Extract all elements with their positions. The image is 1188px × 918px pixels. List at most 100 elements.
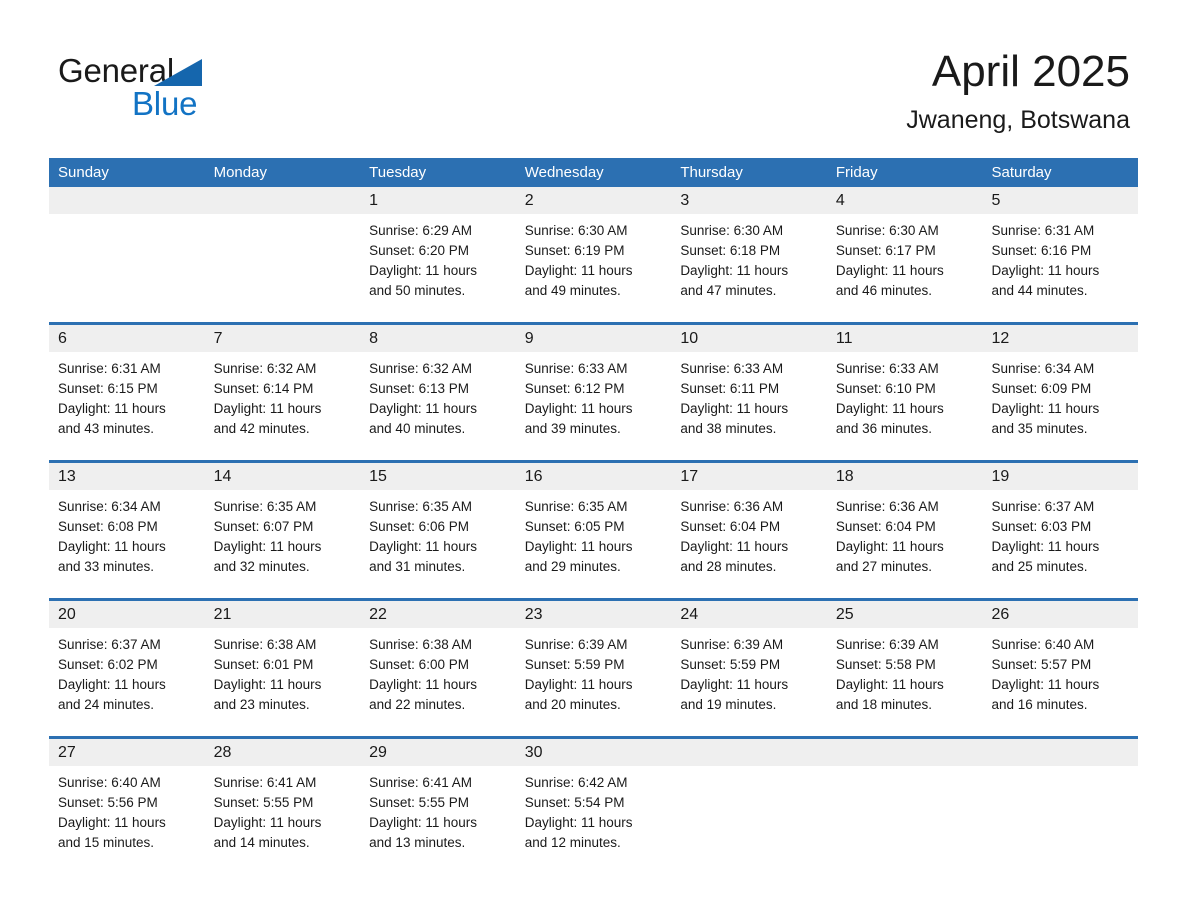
- day-cell[interactable]: Sunrise: 6:40 AM Sunset: 5:56 PM Daylight:…: [49, 766, 205, 874]
- day-cell[interactable]: Sunrise: 6:39 AM Sunset: 5:59 PM Daylight:…: [671, 628, 827, 736]
- day-number[interactable]: 26: [982, 601, 1138, 628]
- day-number[interactable]: 17: [671, 463, 827, 490]
- day-cell[interactable]: Sunrise: 6:36 AM Sunset: 6:04 PM Daylight:…: [827, 490, 983, 598]
- day-number[interactable]: 27: [49, 739, 205, 766]
- day-number[interactable]: 11: [827, 325, 983, 352]
- day-sunrise-text: Sunrise: 6:29 AM: [369, 223, 472, 238]
- day-cell[interactable]: Sunrise: 6:37 AM Sunset: 6:02 PM Daylight:…: [49, 628, 205, 736]
- day-cell[interactable]: Sunrise: 6:31 AM Sunset: 6:15 PM Daylight:…: [49, 352, 205, 460]
- day-number-band: 12345: [49, 187, 1138, 214]
- day-cell[interactable]: Sunrise: 6:34 AM Sunset: 6:09 PM Daylight:…: [982, 352, 1138, 460]
- day-cell[interactable]: Sunrise: 6:31 AM Sunset: 6:16 PM Daylight:…: [982, 214, 1138, 322]
- day-cell[interactable]: Sunrise: 6:35 AM Sunset: 6:07 PM Daylight:…: [205, 490, 361, 598]
- page-title: April 2025: [931, 47, 1130, 96]
- day-daylight-line-text: Daylight: 11 hours: [991, 401, 1100, 416]
- day-cell[interactable]: Sunrise: 6:39 AM Sunset: 5:59 PM Daylight:…: [516, 628, 672, 736]
- day-cell[interactable]: Sunrise: 6:37 AM Sunset: 6:03 PM Daylight:…: [982, 490, 1138, 598]
- day-sunset-text: Sunset: 5:56 PM: [58, 795, 158, 810]
- day-number[interactable]: 21: [205, 601, 361, 628]
- day-number[interactable]: 22: [360, 601, 516, 628]
- day-cell[interactable]: Sunrise: 6:36 AM Sunset: 6:04 PM Daylight:…: [671, 490, 827, 598]
- day-daylight-line-text: and 24 minutes.: [58, 697, 155, 712]
- day-daylight-line-text: and 16 minutes.: [991, 697, 1088, 712]
- day-daylight-line-text: Daylight: 11 hours: [58, 815, 166, 830]
- day-number[interactable]: 20: [49, 601, 205, 628]
- day-sunrise-text: Sunrise: 6:32 AM: [213, 361, 317, 376]
- day-sunset-text: Sunset: 6:04 PM: [680, 519, 781, 534]
- day-sunset-text: Sunset: 6:03 PM: [991, 519, 1092, 534]
- day-cell[interactable]: Sunrise: 6:39 AM Sunset: 5:58 PM Daylight:…: [827, 628, 983, 736]
- day-number-band: 20 21 22 23 24 25 26: [49, 601, 1138, 628]
- day-daylight-line-text: and 13 minutes.: [369, 835, 466, 850]
- day-daylight-line-text: Daylight: 11 hours: [680, 401, 789, 416]
- day-number[interactable]: 4: [827, 187, 983, 214]
- day-sunrise-text: Sunrise: 6:35 AM: [369, 499, 472, 514]
- day-cell[interactable]: Sunrise: 6:30 AM Sunset: 6:18 PM Daylight:…: [671, 214, 827, 322]
- day-number[interactable]: 2: [516, 187, 672, 214]
- day-cell[interactable]: Sunrise: 6:34 AM Sunset: 6:08 PM Daylight:…: [49, 490, 205, 598]
- day-daylight-line-text: Daylight: 11 hours: [58, 677, 166, 692]
- day-sunset-text: Sunset: 6:20 PM: [369, 243, 469, 258]
- day-daylight-line-text: Daylight: 11 hours: [524, 815, 633, 830]
- day-daylight-line-text: Daylight: 11 hours: [835, 677, 944, 692]
- day-cell[interactable]: Sunrise: 6:35 AM Sunset: 6:06 PM Daylight:…: [360, 490, 516, 598]
- day-number[interactable]: 12: [982, 325, 1138, 352]
- day-number[interactable]: 7: [205, 325, 361, 352]
- day-number[interactable]: 1: [360, 187, 516, 214]
- day-cell[interactable]: Sunrise: 6:30 AM Sunset: 6:17 PM Daylight:…: [827, 214, 983, 322]
- day-number[interactable]: 30: [516, 739, 672, 766]
- day-sunrise-text: Sunrise: 6:42 AM: [524, 775, 628, 790]
- day-cell[interactable]: Sunrise: 6:32 AM Sunset: 6:13 PM Daylight:…: [360, 352, 516, 460]
- day-number[interactable]: 29: [360, 739, 516, 766]
- day-number-empty: [827, 739, 983, 766]
- day-sunrise-text: Sunrise: 6:35 AM: [213, 499, 317, 514]
- day-number[interactable]: 23: [516, 601, 672, 628]
- day-number-band: 13 14 15 16 17 18 19: [49, 463, 1138, 490]
- day-daylight-line-text: and 25 minutes.: [991, 559, 1088, 574]
- day-cell[interactable]: Sunrise: 6:32 AM Sunset: 6:14 PM Daylight:…: [205, 352, 361, 460]
- day-number[interactable]: 10: [671, 325, 827, 352]
- day-cell[interactable]: Sunrise: 6:40 AM Sunset: 5:57 PM Daylight:…: [982, 628, 1138, 736]
- day-cell[interactable]: Sunrise: 6:33 AM Sunset: 6:11 PM Daylight:…: [671, 352, 827, 460]
- day-cell[interactable]: Sunrise: 6:35 AM Sunset: 6:05 PM Daylight:…: [516, 490, 672, 598]
- day-sunset-text: Sunset: 5:59 PM: [680, 657, 781, 672]
- day-number[interactable]: 9: [516, 325, 672, 352]
- day-number[interactable]: 13: [49, 463, 205, 490]
- day-cell[interactable]: Sunrise: 6:38 AM Sunset: 6:00 PM Daylight:…: [360, 628, 516, 736]
- day-number[interactable]: 28: [205, 739, 361, 766]
- day-number[interactable]: 3: [671, 187, 827, 214]
- day-sunrise-text: Sunrise: 6:41 AM: [369, 775, 472, 790]
- day-number[interactable]: 24: [671, 601, 827, 628]
- day-sunset-text: Sunset: 6:00 PM: [369, 657, 469, 672]
- day-daylight-line-text: and 39 minutes.: [524, 421, 621, 436]
- day-number[interactable]: 18: [827, 463, 983, 490]
- day-cell[interactable]: Sunrise: 6:38 AM Sunset: 6:01 PM Daylight:…: [205, 628, 361, 736]
- day-number[interactable]: 19: [982, 463, 1138, 490]
- day-sunset-text: Sunset: 6:10 PM: [835, 381, 936, 396]
- day-daylight-line-text: Daylight: 11 hours: [680, 263, 789, 278]
- day-number[interactable]: 8: [360, 325, 516, 352]
- day-daylight-line-text: and 32 minutes.: [213, 559, 310, 574]
- day-daylight-line-text: and 42 minutes.: [213, 421, 310, 436]
- day-cell[interactable]: Sunrise: 6:30 AM Sunset: 6:19 PM Daylight:…: [516, 214, 672, 322]
- day-cell[interactable]: Sunrise: 6:41 AM Sunset: 5:55 PM Daylight:…: [360, 766, 516, 874]
- day-cell[interactable]: Sunrise: 6:42 AM Sunset: 5:54 PM Daylight:…: [516, 766, 672, 874]
- day-sunrise-text: Sunrise: 6:33 AM: [835, 361, 939, 376]
- day-cell[interactable]: Sunrise: 6:41 AM Sunset: 5:55 PM Daylight:…: [205, 766, 361, 874]
- day-daylight-line-text: and 15 minutes.: [58, 835, 155, 850]
- day-sunrise-text: Sunrise: 6:37 AM: [991, 499, 1095, 514]
- day-daylight-line-text: and 50 minutes.: [369, 283, 466, 298]
- day-number[interactable]: 6: [49, 325, 205, 352]
- day-cell[interactable]: Sunrise: 6:33 AM Sunset: 6:10 PM Daylight:…: [827, 352, 983, 460]
- day-cell[interactable]: Sunrise: 6:29 AM Sunset: 6:20 PM Daylight:…: [360, 214, 516, 322]
- day-daylight-line-text: Daylight: 11 hours: [58, 539, 166, 554]
- day-number[interactable]: 25: [827, 601, 983, 628]
- day-number[interactable]: 16: [516, 463, 672, 490]
- day-number[interactable]: 15: [360, 463, 516, 490]
- day-sunset-text: Sunset: 5:54 PM: [524, 795, 625, 810]
- day-number[interactable]: 5: [982, 187, 1138, 214]
- day-sunset-text: Sunset: 6:18 PM: [680, 243, 781, 258]
- day-cell[interactable]: Sunrise: 6:33 AM Sunset: 6:12 PM Daylight:…: [516, 352, 672, 460]
- day-daylight-line-text: and 46 minutes.: [835, 283, 932, 298]
- day-number[interactable]: 14: [205, 463, 361, 490]
